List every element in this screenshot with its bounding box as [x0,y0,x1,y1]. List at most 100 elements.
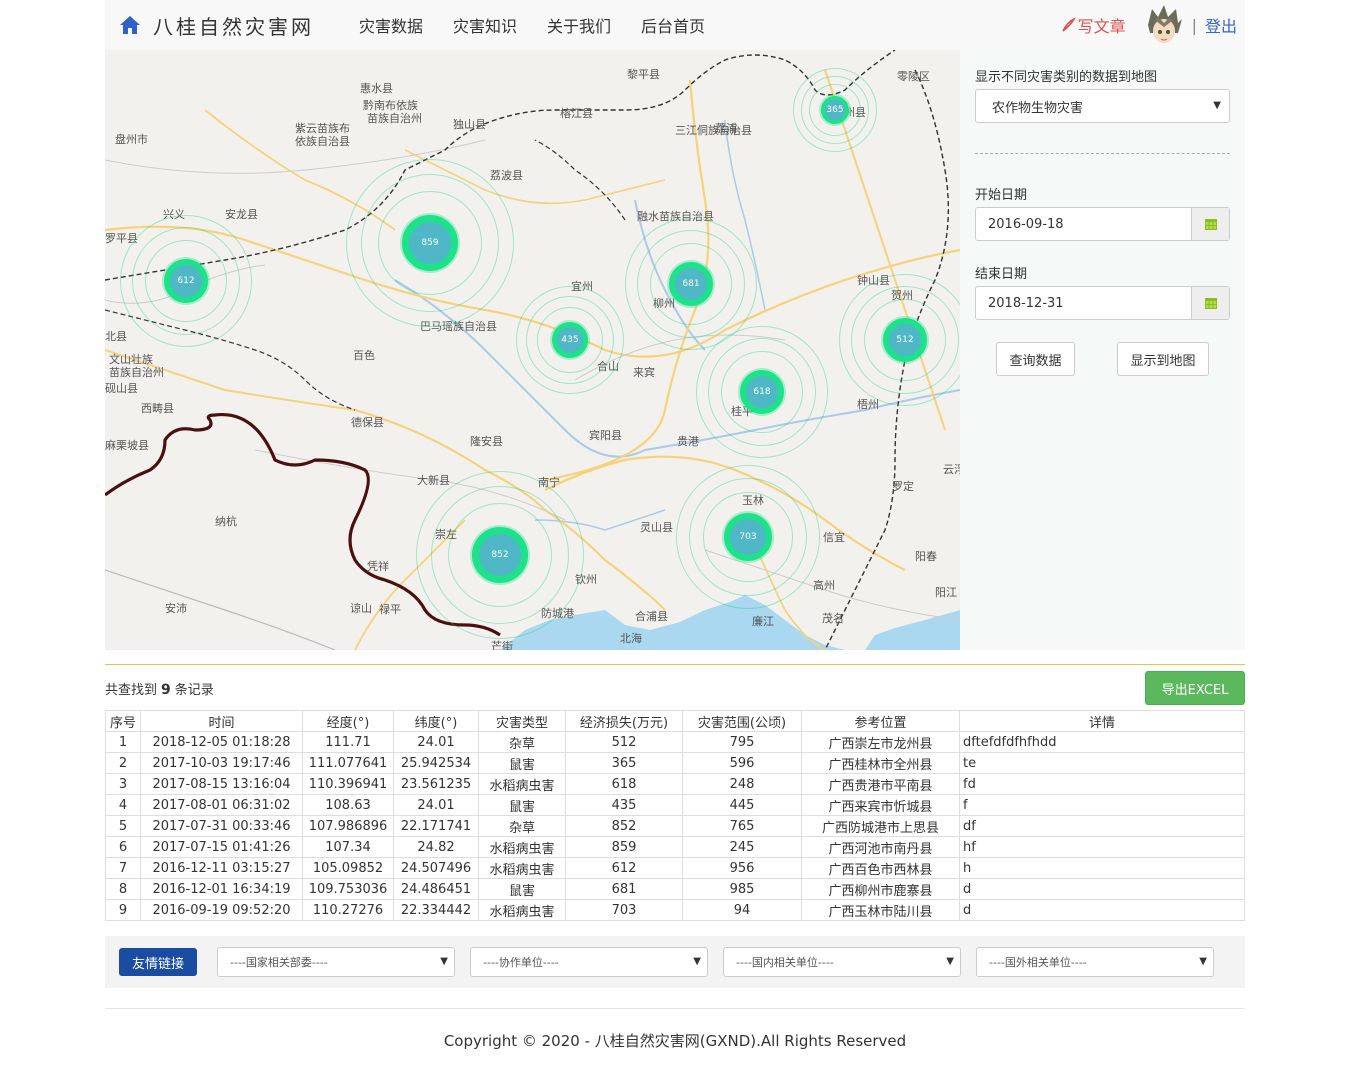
map-place-label: 安沛 [165,602,187,615]
map-cluster-marker[interactable]: 365 [793,68,877,152]
map-cluster-marker[interactable]: 703 [676,465,820,609]
cell-time: 2017-07-31 00:33:46 [140,815,303,837]
brand[interactable]: 八桂自然灾害网 [105,11,314,40]
map-cluster-marker[interactable]: 612 [120,215,252,347]
end-date-picker-button[interactable] [1191,287,1229,319]
links-select-label: ----国外相关单位---- [989,956,1087,969]
panel-divider [975,153,1230,154]
cell-longitude: 109.753036 [302,878,394,900]
table-row[interactable]: 4 2017-08-01 06:31:02 108.63 24.01 鼠害 435 445 广… [105,794,1245,816]
cell-area: 795 [682,731,802,753]
result-count: 9 [161,681,171,698]
table-row[interactable]: 7 2016-12-11 03:15:27 105.09852 24.507496 水稻… [105,857,1245,879]
results-table: 序号 时间 经度(°) 纬度(°) 灾害类型 经济损失(万元) 灾害范围(公顷)… [105,710,1245,921]
cell-time: 2017-08-01 06:31:02 [140,794,303,816]
col-header-detail: 详情 [959,710,1245,732]
start-date-picker-button[interactable] [1191,208,1229,240]
map-place-label: 信宜 [823,531,845,544]
links-select-foreign[interactable]: ----国外相关单位---- ▼ [976,947,1214,977]
cell-time: 2017-07-15 01:41:26 [140,836,303,858]
cell-time: 2016-12-11 03:15:27 [140,857,303,879]
cell-latitude: 24.507496 [393,857,479,879]
query-data-button[interactable]: 查询数据 [996,342,1075,376]
cell-latitude: 25.942534 [393,752,479,774]
links-select-domestic[interactable]: ----国内相关单位---- ▼ [723,947,961,977]
cell-type: 杂草 [478,815,566,837]
map-place-label: 阳江 [935,586,957,599]
start-date-input[interactable]: 2016-09-18 [976,208,1191,240]
cell-time: 2017-10-03 19:17:46 [140,752,303,774]
map-cluster-marker[interactable]: 859 [346,159,514,327]
map-cluster-marker[interactable]: 512 [839,274,960,406]
result-suffix: 条记录 [174,682,214,698]
nav-item-disaster-knowledge[interactable]: 灾害知识 [438,13,532,37]
cell-area: 445 [682,794,802,816]
cell-type: 鼠害 [478,794,566,816]
result-bar: 共查找到 9 条记录 导出EXCEL [105,671,1245,705]
copyright: Copyright © 2020 - 八桂自然灾害网(GXND).All Rig… [443,1032,907,1050]
cell-latitude: 22.171741 [393,815,479,837]
cell-longitude: 108.63 [302,794,394,816]
map-cluster-marker[interactable]: 435 [516,286,624,394]
map-place-label: 北海 [620,632,642,645]
cell-longitude: 111.71 [302,731,394,753]
cluster-count: 703 [724,513,772,561]
map-place-label: 荔浦 [715,122,737,135]
cell-loss: 703 [565,899,683,921]
col-header-location: 参考位置 [801,710,960,732]
map-place-label: 榕江县 [560,107,593,120]
home-icon [120,16,140,34]
cell-type: 水稻病虫害 [478,836,566,858]
avatar[interactable] [1141,3,1186,47]
links-select-partners[interactable]: ----协作单位---- ▼ [470,947,708,977]
table-row[interactable]: 5 2017-07-31 00:33:46 107.986896 22.171741 杂… [105,815,1245,837]
nav-item-disaster-data[interactable]: 灾害数据 [344,13,438,37]
end-date-input[interactable]: 2018-12-31 [976,287,1191,319]
chevron-down-icon: ▼ [1213,100,1221,111]
cell-index: 9 [105,899,141,921]
col-header-longitude: 经度(°) [302,710,394,732]
cell-detail: f [959,794,1245,816]
cell-time: 2017-08-15 13:16:04 [140,773,303,795]
map-place-label: 砚山县 [105,382,138,395]
export-excel-button[interactable]: 导出EXCEL [1145,671,1245,705]
nav-separator: | [1191,15,1197,35]
table-row[interactable]: 6 2017-07-15 01:41:26 107.34 24.82 水稻病虫害 859 2… [105,836,1245,858]
table-row[interactable]: 8 2016-12-01 16:34:19 109.753036 24.486451 鼠… [105,878,1245,900]
show-on-map-button[interactable]: 显示到地图 [1117,342,1209,376]
map-cluster-marker[interactable]: 618 [696,326,828,458]
cell-area: 596 [682,752,802,774]
map-place-label: 百色 [353,349,375,362]
write-article-link[interactable]: 写文章 [1060,13,1126,37]
cell-loss: 681 [565,878,683,900]
cell-type: 水稻病虫害 [478,857,566,879]
cell-loss: 612 [565,857,683,879]
cell-detail: df [959,815,1245,837]
chevron-down-icon: ▼ [946,956,954,967]
cell-detail: hf [959,836,1245,858]
cell-location: 广西贵港市平南县 [801,773,960,795]
cell-latitude: 24.01 [393,731,479,753]
map-place-label: 苗族自治州 [109,366,164,379]
cell-latitude: 24.82 [393,836,479,858]
logout-link[interactable]: 登出 [1205,13,1237,37]
nav-item-about[interactable]: 关于我们 [532,13,626,37]
table-row[interactable]: 1 2018-12-05 01:18:28 111.71 24.01 杂草 512 795 广… [105,731,1245,753]
table-row[interactable]: 3 2017-08-15 13:16:04 110.396941 23.561235 水… [105,773,1245,795]
result-summary: 共查找到 9 条记录 [105,679,214,698]
category-select[interactable]: 农作物生物灾害 ▼ [975,89,1230,123]
map-place-label: 北县 [105,330,127,343]
links-select-ministries[interactable]: ----国家相关部委---- ▼ [217,947,455,977]
map-place-label: 阳春 [915,550,937,563]
nav-item-admin[interactable]: 后台首页 [626,13,720,37]
map-section: 惠水县 黔南布依族 苗族自治州 榕江县 三江侗族自治县 独山县 荔波县 紫云苗族布 依族自治县盘… [105,50,1245,650]
cell-type: 鼠害 [478,752,566,774]
cell-location: 广西柳州市鹿寨县 [801,878,960,900]
table-row[interactable]: 2 2017-10-03 19:17:46 111.077641 25.942534 鼠… [105,752,1245,774]
map-place-label: 谅山 [350,602,372,615]
disaster-map[interactable]: 惠水县 黔南布依族 苗族自治州 榕江县 三江侗族自治县 独山县 荔波县 紫云苗族布 依族自治县盘… [105,50,960,650]
table-row[interactable]: 9 2016-09-19 09:52:20 110.27276 22.334442 水稻… [105,899,1245,921]
chevron-down-icon: ▼ [693,956,701,967]
map-cluster-marker[interactable]: 852 [416,471,584,639]
friend-links-bar: 友情链接 ----国家相关部委---- ▼ ----协作单位---- ▼ ---… [105,936,1245,988]
